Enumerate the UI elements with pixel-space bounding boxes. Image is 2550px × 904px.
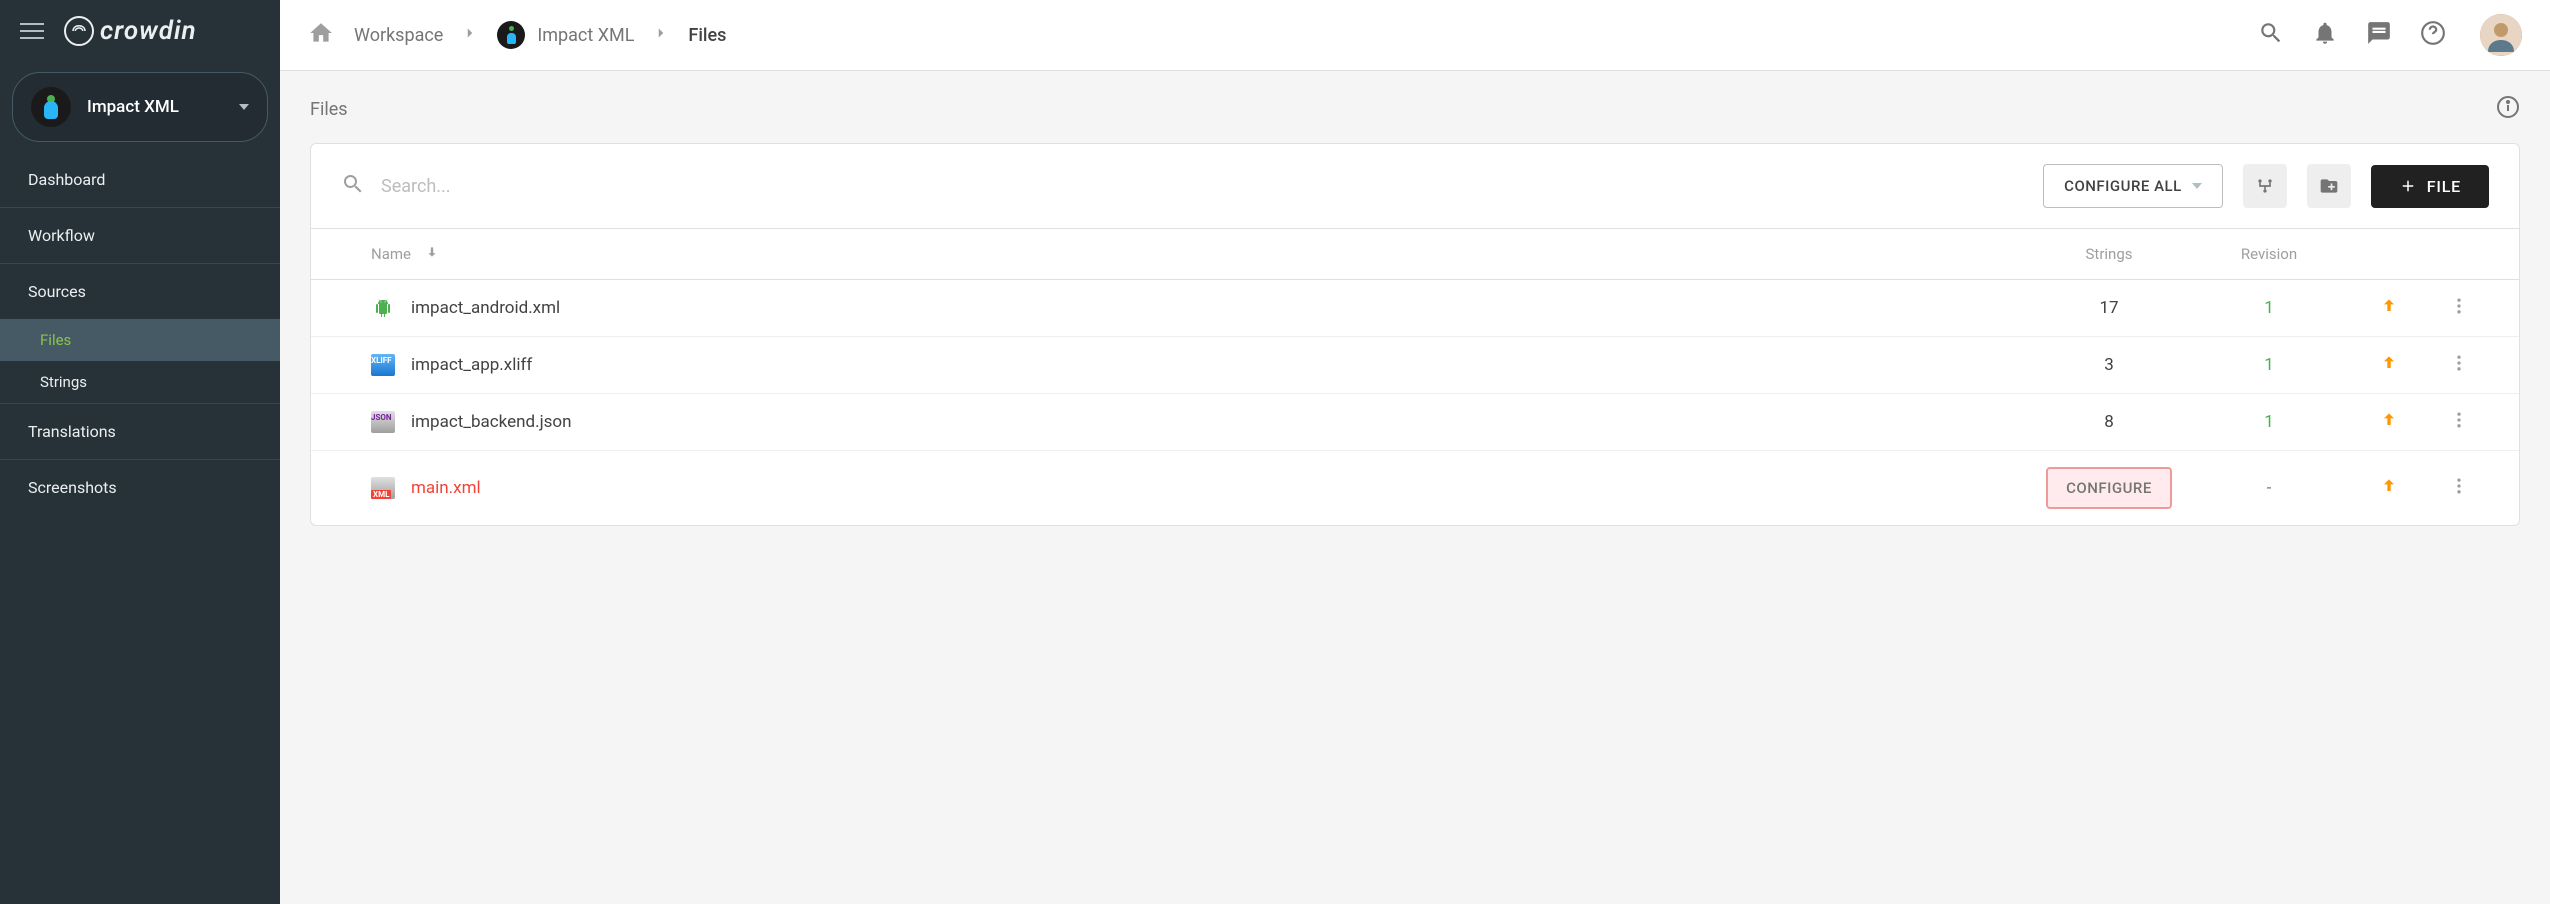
sidebar-sub-files[interactable]: Files [0,319,280,361]
table-row[interactable]: XLIFF impact_app.xliff 31 [311,337,2519,394]
topbar: Workspace Impact XML Files [280,0,2550,71]
branch-button[interactable] [2243,164,2287,208]
project-name: Impact XML [87,97,223,117]
user-avatar[interactable] [2480,14,2522,56]
breadcrumb-workspace[interactable]: Workspace [354,25,443,46]
file-name: main.xml [411,478,481,498]
json-file-icon: JSON [371,410,395,434]
configure-button[interactable]: CONFIGURE [2046,467,2172,509]
upload-icon[interactable] [2349,476,2429,500]
file-button[interactable]: FILE [2371,165,2489,208]
chevron-right-icon [652,24,670,46]
sidebar-item-screenshots[interactable]: Screenshots [0,459,280,515]
sidebar-sub-strings[interactable]: Strings [0,361,280,403]
caret-down-icon [2192,183,2202,189]
files-card: CONFIGURE ALL FILE [310,143,2520,526]
xliff-file-icon: XLIFF [371,353,395,377]
table-row[interactable]: XML main.xml CONFIGURE- [311,451,2519,525]
new-folder-button[interactable] [2307,164,2351,208]
brand-name: crowdin [100,16,197,46]
configure-all-label: CONFIGURE ALL [2064,177,2182,195]
file-name: impact_app.xliff [411,355,532,375]
home-icon[interactable] [308,20,334,50]
upload-icon[interactable] [2349,353,2429,377]
column-name[interactable]: Name [371,245,411,263]
bell-icon[interactable] [2312,20,2338,50]
sidebar-item-dashboard[interactable]: Dashboard [0,152,280,207]
revision-number: 1 [2189,355,2349,375]
chat-icon[interactable] [2366,20,2392,50]
upload-icon[interactable] [2349,296,2429,320]
android-file-icon [371,296,395,320]
file-button-label: FILE [2427,177,2461,196]
strings-count: 3 [2029,355,2189,375]
revision-number: 1 [2189,412,2349,432]
table-row[interactable]: impact_android.xml 171 [311,280,2519,337]
search-input[interactable] [381,176,2023,197]
column-strings[interactable]: Strings [2029,245,2189,263]
more-icon[interactable] [2429,296,2489,320]
breadcrumb-project[interactable]: Impact XML [537,25,634,46]
more-icon[interactable] [2429,476,2489,500]
xml-file-icon: XML [371,476,395,500]
sort-arrow-icon[interactable] [425,245,439,263]
sidebar-item-sources[interactable]: Sources [0,263,280,319]
help-icon[interactable] [2420,20,2446,50]
configure-all-button[interactable]: CONFIGURE ALL [2043,164,2223,208]
plus-icon [2399,177,2417,195]
more-icon[interactable] [2429,353,2489,377]
revision-number: - [2189,478,2349,498]
info-icon[interactable] [2496,95,2520,123]
breadcrumb-current: Files [688,25,726,46]
logo-icon [64,16,94,46]
brand-logo[interactable]: crowdin [64,16,197,46]
file-name: impact_backend.json [411,412,572,432]
table-row[interactable]: JSON impact_backend.json 81 [311,394,2519,451]
search-icon[interactable] [2258,20,2284,50]
project-selector[interactable]: Impact XML [12,72,268,142]
strings-count: 8 [2029,412,2189,432]
search-icon [341,172,365,200]
column-revision[interactable]: Revision [2189,245,2349,263]
project-avatar-small-icon [497,21,525,49]
upload-icon[interactable] [2349,410,2429,434]
revision-number: 1 [2189,298,2349,318]
page-title: Files [310,99,348,120]
menu-icon[interactable] [16,19,48,43]
more-icon[interactable] [2429,410,2489,434]
chevron-right-icon [461,24,479,46]
sidebar: crowdin Impact XML Dashboard Workflow So… [0,0,280,904]
sidebar-item-translations[interactable]: Translations [0,403,280,459]
sidebar-item-workflow[interactable]: Workflow [0,207,280,263]
main-content: Workspace Impact XML Files [280,0,2550,904]
caret-down-icon [239,104,249,110]
file-name: impact_android.xml [411,298,560,318]
strings-count: 17 [2029,298,2189,318]
project-avatar-icon [31,87,71,127]
